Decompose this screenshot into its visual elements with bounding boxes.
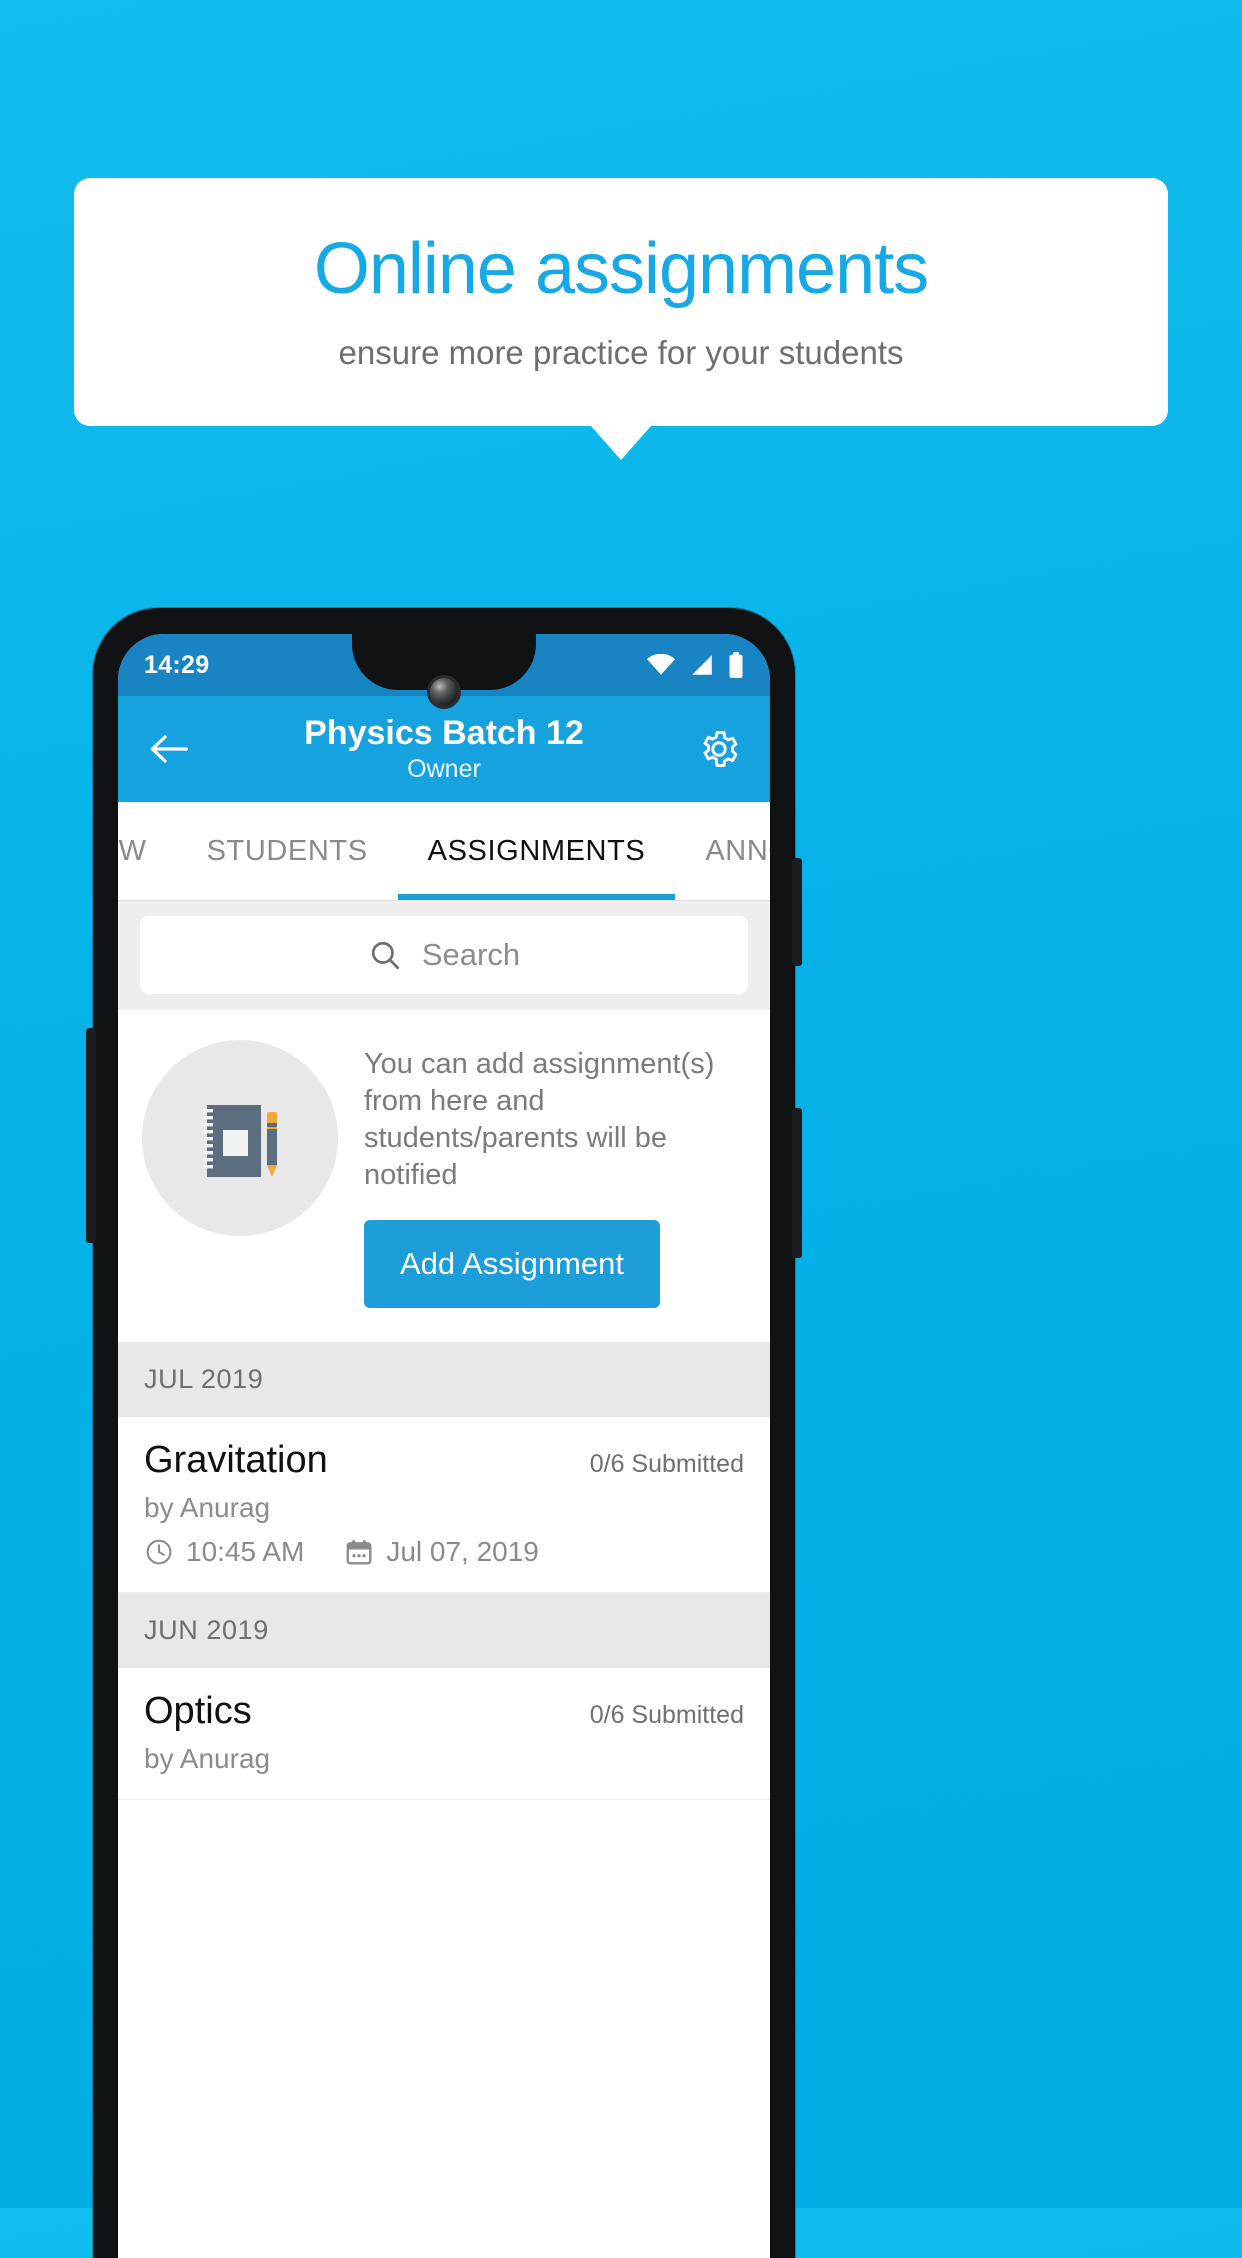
search-input[interactable]: Search — [140, 916, 748, 994]
status-bar: 14:29 — [118, 634, 770, 706]
search-icon — [368, 938, 402, 972]
assignment-meta: 10:45 AM Jul 07, 2019 — [144, 1536, 744, 1568]
app-bar: Physics Batch 12 Owner — [118, 696, 770, 802]
search-bar-container: Search — [118, 900, 770, 1010]
phone-screen: 14:29 Physics Batch 12 Owner W STUDENTS … — [118, 634, 770, 2258]
page-subtitle: Owner — [407, 754, 481, 783]
notebook-pen-icon — [142, 1040, 338, 1236]
assignment-title: Optics — [144, 1690, 252, 1733]
promo-title: Online assignments — [313, 229, 929, 310]
status-bar-icons — [646, 652, 744, 678]
assignment-title: Gravitation — [144, 1439, 328, 1482]
empty-state-card: You can add assignment(s) from here and … — [118, 1010, 770, 1343]
assignment-author: by Anurag — [144, 1492, 271, 1524]
status-bar-time: 14:29 — [144, 650, 210, 679]
promo-subtitle: ensure more practice for your students — [338, 333, 904, 371]
phone-volume-button[interactable] — [86, 1028, 96, 1243]
assignment-row-gravitation[interactable]: Gravitation 0/6 Submitted by Anurag 10:4… — [118, 1417, 770, 1594]
assignment-header: Gravitation 0/6 Submitted — [144, 1439, 744, 1482]
calendar-icon — [344, 1537, 374, 1567]
signal-icon — [689, 654, 715, 676]
empty-state-content: You can add assignment(s) from here and … — [364, 1040, 746, 1309]
app-bar-titles: Physics Batch 12 Owner — [118, 714, 770, 783]
assignment-author: by Anurag — [144, 1743, 271, 1775]
promo-bubble-tail — [591, 426, 651, 460]
tab-overview[interactable]: IEW — [118, 802, 177, 900]
tab-strip: IEW STUDENTS ASSIGNMENTS ANNOUNCEMENTS — [118, 802, 770, 900]
month-header-jun: JUN 2019 — [118, 1593, 770, 1669]
wifi-icon — [646, 654, 676, 676]
tab-announcements[interactable]: ANNOUNCEMENTS — [675, 802, 770, 900]
month-header-jul: JUL 2019 — [118, 1342, 770, 1418]
clock-icon — [144, 1537, 174, 1567]
phone-side-button[interactable] — [792, 1108, 802, 1258]
assignment-row-optics[interactable]: Optics 0/6 Submitted by Anurag — [118, 1668, 770, 1801]
settings-button[interactable] — [692, 722, 746, 776]
page-title: Physics Batch 12 — [304, 714, 584, 753]
assignment-header: Optics 0/6 Submitted — [144, 1690, 744, 1733]
front-camera — [430, 678, 458, 706]
add-assignment-button[interactable]: Add Assignment — [364, 1220, 661, 1309]
assignment-time: 10:45 AM — [186, 1536, 305, 1568]
search-placeholder: Search — [421, 937, 521, 972]
tab-assignments[interactable]: ASSIGNMENTS — [397, 802, 676, 900]
assignment-submitted-count: 0/6 Submitted — [589, 1450, 744, 1479]
battery-icon — [728, 652, 744, 678]
assignment-submitted-count: 0/6 Submitted — [589, 1701, 744, 1730]
empty-state-text: You can add assignment(s) from here and … — [364, 1048, 715, 1192]
promo-bubble: Online assignments ensure more practice … — [74, 178, 1168, 426]
back-button[interactable] — [142, 722, 196, 776]
tab-bar: IEW STUDENTS ASSIGNMENTS ANNOUNCEMENTS — [118, 802, 770, 900]
assignment-date: Jul 07, 2019 — [386, 1536, 539, 1568]
tab-students[interactable]: STUDENTS — [177, 802, 398, 900]
phone-device: 14:29 Physics Batch 12 Owner W STUDENTS … — [86, 608, 802, 2258]
phone-power-button[interactable] — [792, 858, 802, 966]
